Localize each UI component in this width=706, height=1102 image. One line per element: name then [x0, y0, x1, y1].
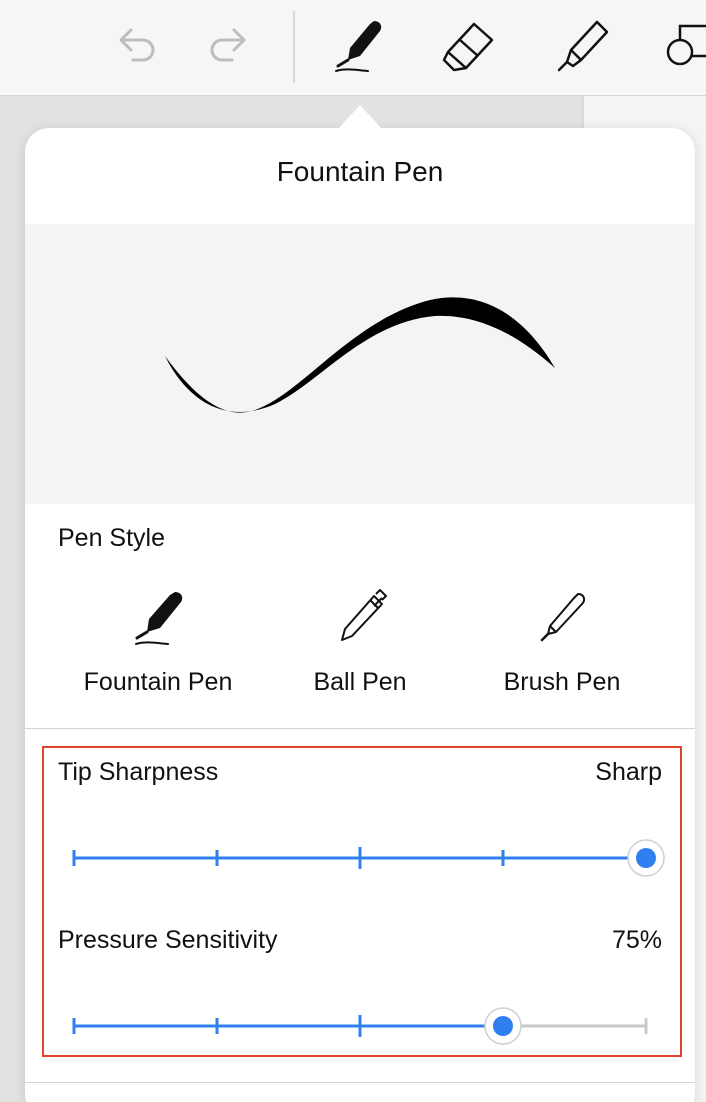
- pen-option-ball-pen[interactable]: Ball Pen: [260, 588, 460, 708]
- toolbar-divider: [293, 11, 295, 83]
- fountain-pen-tool-icon[interactable]: [330, 18, 386, 76]
- ball-pen-icon: [341, 589, 387, 641]
- pen-style-label: Pen Style: [58, 524, 166, 552]
- tip-sharpness-slider[interactable]: [60, 832, 680, 884]
- stroke-preview: [25, 224, 695, 504]
- redo-icon[interactable]: [206, 26, 250, 66]
- pen-option-label: Fountain Pen: [83, 668, 233, 696]
- highlighter-tool-icon[interactable]: [553, 18, 611, 76]
- eraser-tool-icon[interactable]: [440, 20, 498, 76]
- popover-title: Fountain Pen: [276, 156, 444, 187]
- shapes-tool-icon[interactable]: [664, 22, 706, 72]
- pressure-sensitivity-label: Pressure Sensitivity: [58, 926, 278, 954]
- slider-knob-dot: [493, 1016, 513, 1036]
- pen-option-label: Brush Pen: [503, 668, 621, 696]
- section-divider: [25, 1082, 695, 1083]
- section-divider: [25, 728, 695, 729]
- fountain-pen-icon: [135, 592, 183, 645]
- tip-sharpness-label: Tip Sharpness: [58, 758, 219, 786]
- undo-icon[interactable]: [115, 26, 159, 66]
- stroke-preview-curve: [165, 297, 555, 413]
- pen-option-brush-pen[interactable]: Brush Pen: [462, 588, 662, 708]
- tip-sharpness-value: Sharp: [595, 758, 662, 786]
- popover-arrow: [338, 105, 382, 129]
- pen-option-label: Ball Pen: [313, 668, 407, 696]
- top-toolbar: [0, 0, 706, 96]
- screen: Fountain Pen Pen Style Fountain Pen Ball…: [0, 0, 706, 1102]
- slider-knob-dot: [636, 848, 656, 868]
- brush-pen-icon: [540, 593, 586, 642]
- pressure-sensitivity-value: 75%: [611, 926, 662, 954]
- pen-option-fountain-pen[interactable]: Fountain Pen: [58, 588, 258, 708]
- pressure-sensitivity-slider[interactable]: [60, 1000, 680, 1052]
